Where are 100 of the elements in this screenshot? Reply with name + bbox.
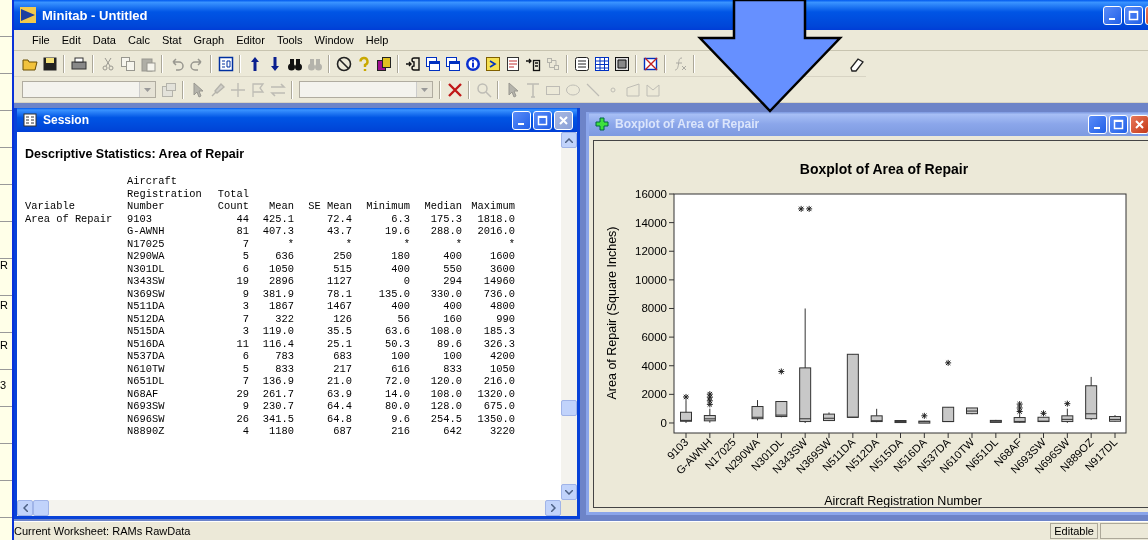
plus-icon bbox=[595, 117, 609, 131]
table-cell-text: 7 bbox=[241, 375, 249, 388]
maximize-icon bbox=[1113, 118, 1124, 130]
boxplot-box bbox=[894, 419, 907, 424]
table-cell-text: 1320.0 bbox=[476, 387, 515, 400]
table-cell-text: 381.9 bbox=[261, 287, 294, 300]
table-cell-text: 44 bbox=[235, 212, 249, 225]
scroll-up-button[interactable] bbox=[561, 132, 577, 148]
scroll-right-button[interactable] bbox=[545, 500, 561, 516]
column-header: Minimum bbox=[365, 200, 410, 213]
scroll-down-button[interactable] bbox=[561, 484, 577, 500]
table-cell-text: 216.0 bbox=[482, 375, 515, 388]
table-cell-text: 1350.0 bbox=[476, 412, 515, 425]
column-header: Variable bbox=[25, 200, 76, 213]
minimize-button[interactable] bbox=[1103, 5, 1122, 25]
axis-tick-label: 16000 bbox=[635, 188, 667, 200]
chart-title: Boxplot of Area of Repair bbox=[799, 161, 969, 177]
vertical-scrollbar[interactable] bbox=[561, 132, 577, 500]
table-cell-text: G-AWNH bbox=[127, 225, 166, 238]
menu-item[interactable]: Data bbox=[86, 33, 122, 47]
table-cell-text: 288.0 bbox=[429, 225, 462, 238]
table-cell-text: 72.0 bbox=[384, 375, 410, 388]
table-cell-text: 833 bbox=[442, 362, 462, 375]
table-cell-text: 7 bbox=[241, 237, 249, 250]
table-cell-text: 1050 bbox=[268, 262, 294, 275]
table-cell-text: 6 bbox=[241, 350, 249, 363]
maximize-button[interactable] bbox=[1124, 5, 1143, 25]
table-cell-text: 1867 bbox=[268, 300, 294, 313]
table-cell-text: 160 bbox=[442, 312, 462, 325]
menu-item[interactable]: Edit bbox=[55, 33, 87, 47]
table-cell-text: 341.5 bbox=[261, 412, 294, 425]
status-panel: Editable bbox=[1050, 523, 1098, 539]
table-cell-text: 261.7 bbox=[261, 387, 294, 400]
menu-item[interactable]: Help bbox=[359, 33, 395, 47]
outlier-marker bbox=[777, 367, 785, 375]
menu-item[interactable]: Stat bbox=[155, 33, 188, 47]
table-cell-text: 1818.0 bbox=[476, 212, 515, 225]
boxplot-box bbox=[846, 353, 859, 418]
menu-item[interactable]: Calc bbox=[121, 33, 156, 47]
status-panel bbox=[1100, 523, 1148, 539]
boxplot-box bbox=[1109, 414, 1121, 423]
horizontal-scrollbar[interactable] bbox=[17, 500, 561, 516]
table-cell-text: 5 bbox=[241, 250, 249, 263]
scroll-thumb[interactable] bbox=[33, 500, 49, 516]
table-cell-text: 736.0 bbox=[482, 287, 515, 300]
table-cell-text: 80.0 bbox=[384, 400, 410, 413]
boxplot-box bbox=[918, 420, 931, 424]
menu-item[interactable]: Graph bbox=[187, 33, 231, 47]
boxplot-box bbox=[1085, 376, 1098, 421]
table-cell-text: 294 bbox=[442, 275, 462, 288]
table-cell-text: 185.3 bbox=[482, 325, 515, 338]
table-cell-text: 636 bbox=[274, 250, 294, 263]
table-cell-text: 120.0 bbox=[429, 375, 462, 388]
table-cell-text: 515 bbox=[332, 262, 352, 275]
scroll-left-button[interactable] bbox=[17, 500, 33, 516]
table-cell-text: 216 bbox=[390, 425, 410, 438]
table-cell-text: N343SW bbox=[127, 275, 166, 288]
table-cell-text: 6 bbox=[241, 262, 249, 275]
table-cell-text: N17025 bbox=[127, 237, 166, 250]
table-cell-text: N693SW bbox=[127, 400, 166, 413]
table-cell-text: 2896 bbox=[268, 275, 294, 288]
table-cell-text: 119.0 bbox=[261, 325, 294, 338]
column-header: Aircraft Registration Number bbox=[127, 175, 203, 213]
table-cell-text: N537DA bbox=[127, 350, 166, 363]
menu-item[interactable]: Window bbox=[308, 33, 360, 47]
table-cell-text: 9.6 bbox=[390, 412, 410, 425]
table-cell-text: 642 bbox=[442, 425, 462, 438]
column-header: Maximum bbox=[470, 200, 515, 213]
table-cell-text: 11 bbox=[235, 337, 249, 350]
table-cell-text: 63.6 bbox=[384, 325, 410, 338]
table-cell-text: 217 bbox=[332, 362, 352, 375]
maximize-button[interactable] bbox=[533, 110, 552, 130]
boxplot-box bbox=[1037, 416, 1050, 423]
scroll-thumb[interactable] bbox=[561, 400, 577, 416]
caret-icon bbox=[144, 87, 151, 92]
table-cell-text: N512DA bbox=[127, 312, 166, 325]
table-cell-text: 1600 bbox=[489, 250, 515, 263]
table-cell-text: 250 bbox=[332, 250, 352, 263]
menu-item[interactable]: Editor bbox=[230, 33, 271, 47]
boxplot-box bbox=[751, 399, 764, 421]
table-cell-text: 63.9 bbox=[326, 387, 352, 400]
table-cell-text: 407.3 bbox=[261, 225, 294, 238]
boxplot-box bbox=[703, 408, 716, 424]
table-cell-text: N511DA bbox=[127, 300, 166, 313]
menu-item[interactable]: Tools bbox=[270, 33, 309, 47]
minimize-button[interactable] bbox=[512, 110, 531, 130]
table-cell-text: 14.0 bbox=[384, 387, 410, 400]
close-button[interactable] bbox=[554, 110, 573, 130]
window-title: Boxplot of Area of Repair bbox=[615, 117, 761, 131]
outlier-marker bbox=[1063, 400, 1071, 408]
table-cell-text: N369SW bbox=[127, 287, 166, 300]
table-cell-text: 19.6 bbox=[384, 225, 410, 238]
table-cell-text: 14960 bbox=[482, 275, 515, 288]
axis-title: Aircraft Registration Number bbox=[824, 494, 982, 507]
window-title: Minitab - Untitled bbox=[42, 7, 149, 23]
table-cell-text: 4800 bbox=[489, 300, 515, 313]
menu-item[interactable]: File bbox=[26, 33, 56, 47]
outlier-marker bbox=[682, 393, 690, 401]
boxplot-box bbox=[680, 399, 692, 424]
boxplot-box bbox=[775, 401, 788, 418]
